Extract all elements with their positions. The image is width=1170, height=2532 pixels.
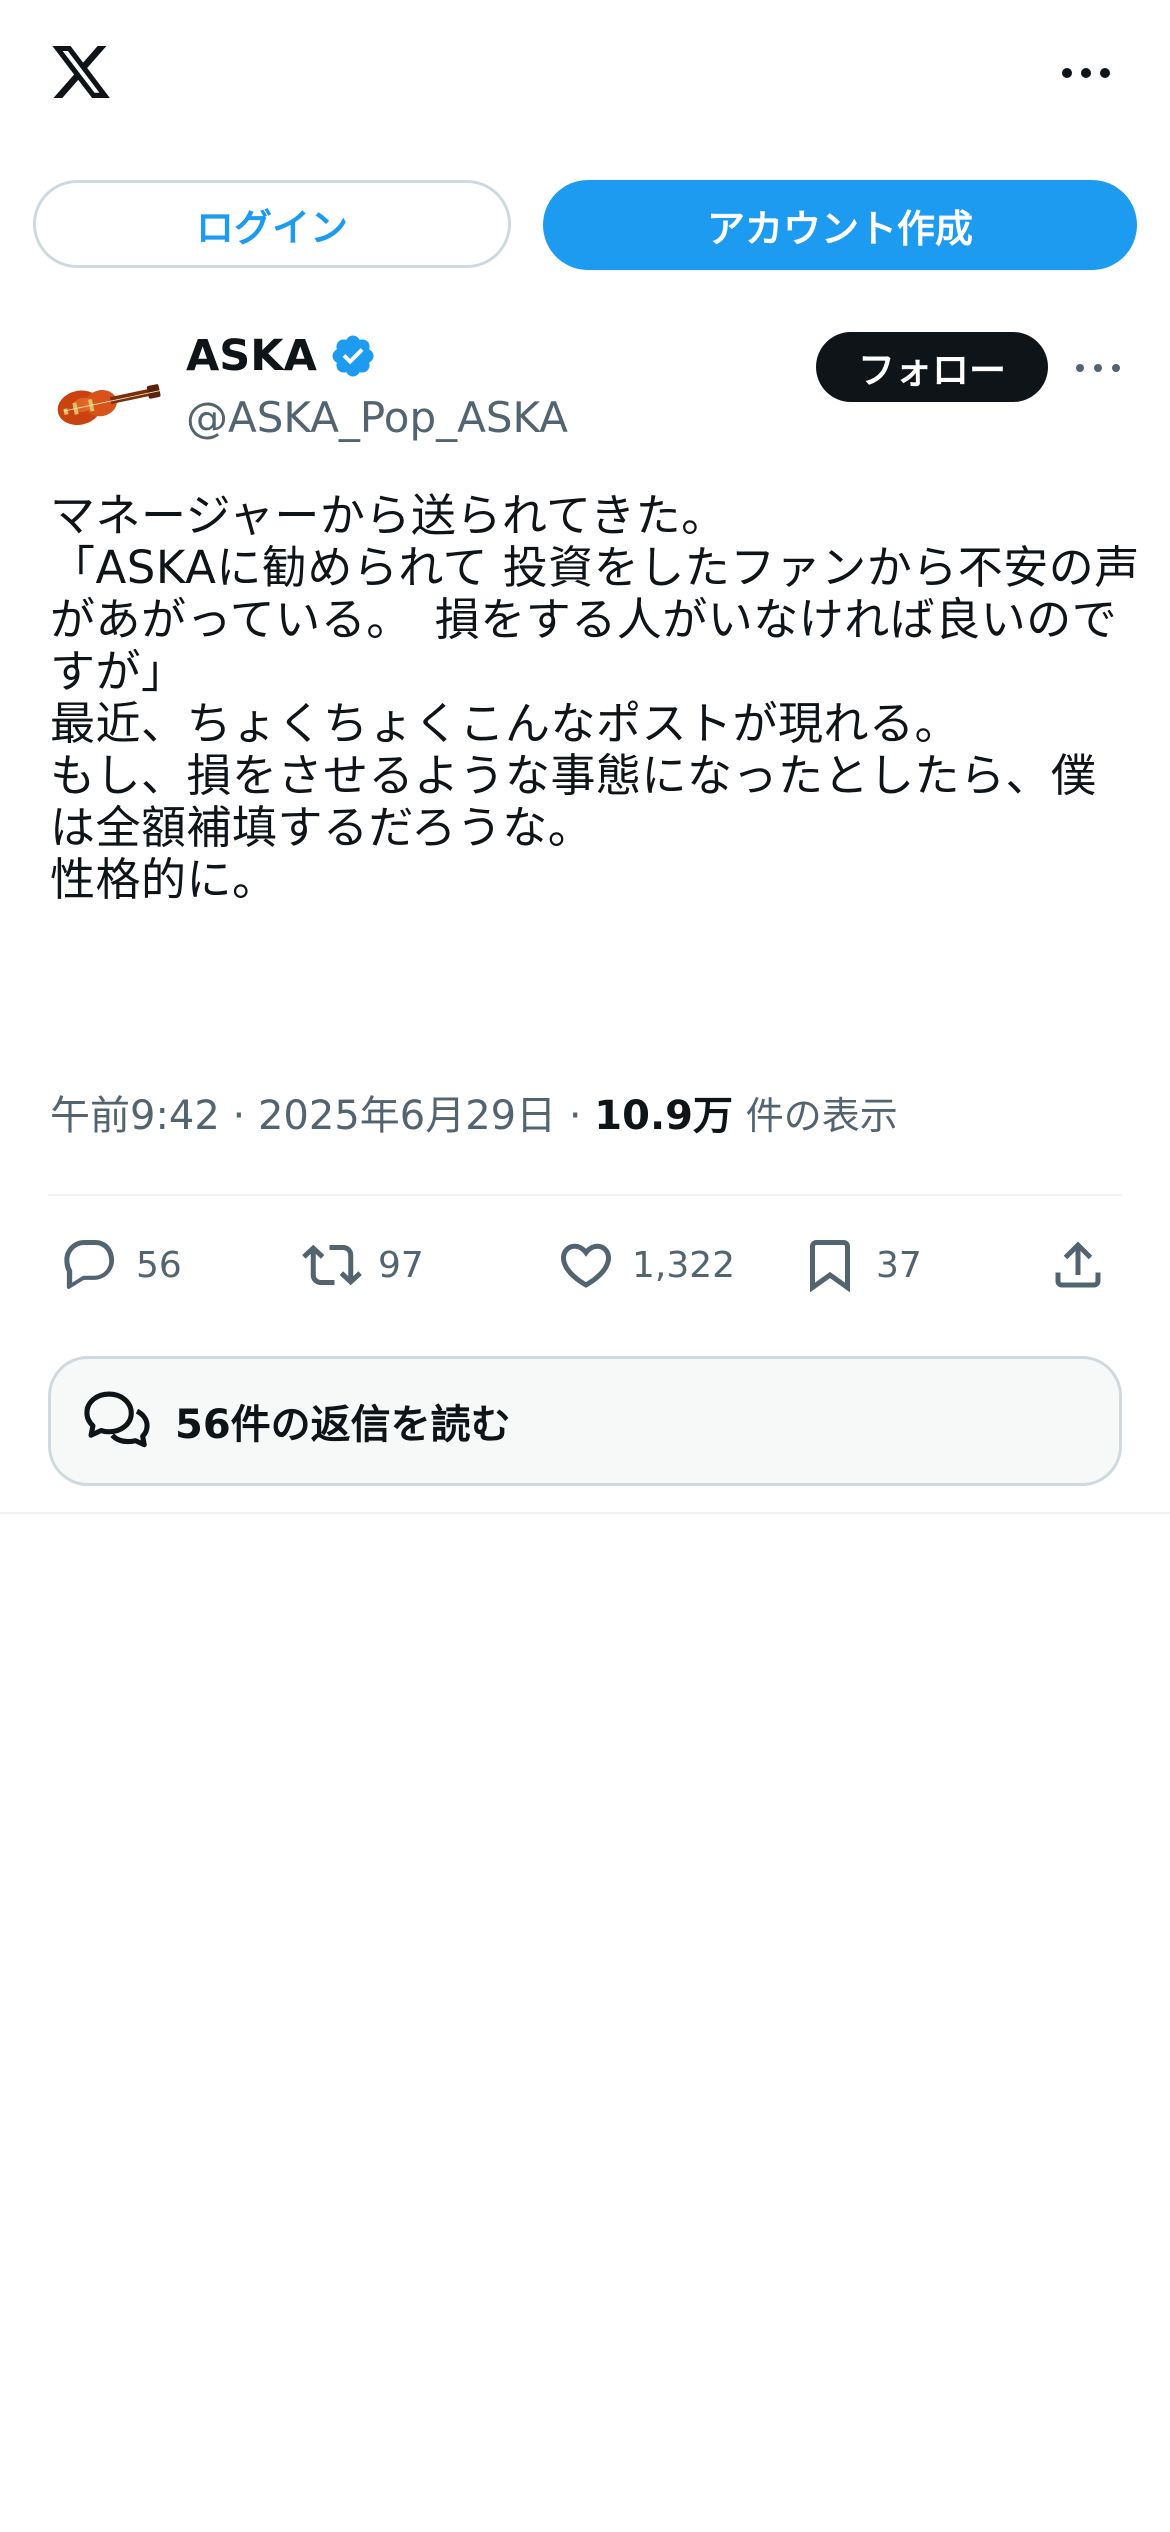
repost-count: 97: [378, 1244, 424, 1286]
meta-separator: ·: [232, 1093, 246, 1139]
reply-button[interactable]: 56: [60, 1225, 182, 1305]
action-bar: 56 97 1,322 37: [0, 1225, 1170, 1305]
more-horizontal-icon[interactable]: [1056, 56, 1116, 90]
auth-buttons: ログイン アカウント作成: [33, 180, 1137, 270]
post-text: マネージャーから送られてきた。 「ASKAに勧められて 投資をしたファンから不安…: [50, 489, 1140, 906]
repost-icon: [302, 1244, 362, 1286]
author-name[interactable]: ASKA: [186, 328, 377, 384]
post-date[interactable]: 2025年6月29日: [258, 1093, 556, 1139]
dot: [1112, 364, 1120, 372]
author-name-text: ASKA: [186, 331, 317, 381]
like-button[interactable]: 1,322: [556, 1225, 735, 1305]
views-count: 10.9万: [594, 1093, 733, 1139]
read-replies-button[interactable]: 56件の返信を読む: [48, 1356, 1122, 1486]
share-button[interactable]: [1048, 1225, 1108, 1305]
reply-icon: [64, 1240, 115, 1289]
author-handle[interactable]: @ASKA_Pop_ASKA: [186, 390, 568, 446]
reply-count: 56: [136, 1244, 182, 1286]
speech-bubbles-icon: [84, 1391, 150, 1448]
dot: [1094, 364, 1102, 372]
post-time[interactable]: 午前9:42: [50, 1093, 220, 1139]
views-label: 件の表示: [745, 1094, 898, 1138]
bookmark-icon: [810, 1240, 850, 1293]
x-logo-icon[interactable]: [47, 40, 115, 104]
divider: [48, 1194, 1122, 1196]
follow-button[interactable]: フォロー: [816, 332, 1048, 402]
like-count: 1,322: [632, 1244, 736, 1286]
meta-separator: ·: [568, 1093, 582, 1139]
avatar[interactable]: [48, 340, 164, 456]
verified-badge-icon: [332, 335, 374, 377]
violin-bass-avatar-image: [57, 384, 161, 425]
read-replies-label: 56件の返信を読む: [175, 1402, 511, 1448]
create-account-button[interactable]: アカウント作成: [543, 180, 1137, 270]
post-more-icon[interactable]: [1076, 356, 1120, 380]
dot: [1100, 68, 1110, 78]
bookmark-button[interactable]: 37: [800, 1225, 922, 1305]
top-bar: [0, 0, 1170, 150]
bookmark-count: 37: [876, 1244, 922, 1286]
dot: [1081, 68, 1091, 78]
divider: [0, 1512, 1170, 1514]
login-button[interactable]: ログイン: [33, 180, 511, 268]
post-meta: 午前9:42 · 2025年6月29日 · 10.9万 件の表示: [50, 1090, 898, 1142]
dot: [1062, 68, 1072, 78]
repost-button[interactable]: 97: [302, 1225, 424, 1305]
heart-icon: [560, 1243, 612, 1288]
share-icon: [1055, 1241, 1101, 1288]
dot: [1076, 364, 1084, 372]
